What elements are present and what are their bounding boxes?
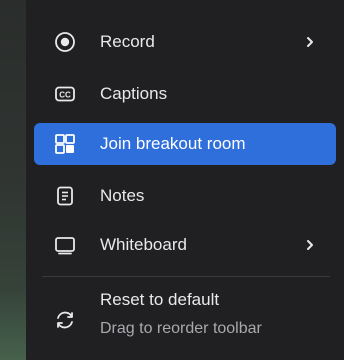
menu-item-label: Notes xyxy=(100,186,145,205)
chevron-right-icon xyxy=(305,238,315,252)
record-icon xyxy=(54,31,76,53)
whiteboard-icon xyxy=(54,234,76,256)
menu-item-notes[interactable]: Notes xyxy=(34,175,336,217)
reset-label: Reset to default xyxy=(100,290,220,309)
menu-item-join-breakout-room[interactable]: Join breakout room xyxy=(34,123,336,165)
captions-icon: CC xyxy=(54,83,76,105)
more-actions-menu: Record CC Captions Join breakout room No… xyxy=(26,0,344,360)
menu-item-label: Captions xyxy=(100,84,168,103)
chevron-right-icon xyxy=(305,35,315,49)
svg-text:CC: CC xyxy=(59,91,71,100)
menu-item-label: Record xyxy=(100,32,155,51)
breakout-rooms-icon xyxy=(54,133,76,155)
reset-icon xyxy=(54,309,76,331)
menu-item-label: Join breakout room xyxy=(100,134,246,153)
menu-item-whiteboard[interactable]: Whiteboard xyxy=(34,224,336,266)
menu-item-captions[interactable]: CC Captions xyxy=(34,73,336,115)
menu-divider xyxy=(42,276,330,277)
notes-icon xyxy=(54,185,76,207)
menu-item-label: Whiteboard xyxy=(100,235,187,254)
background-window xyxy=(0,0,26,360)
menu-item-record[interactable]: Record xyxy=(34,21,336,63)
reset-to-default-button[interactable]: Reset to default Drag to reorder toolbar xyxy=(34,286,336,344)
reset-hint-text: Drag to reorder toolbar xyxy=(100,320,262,337)
